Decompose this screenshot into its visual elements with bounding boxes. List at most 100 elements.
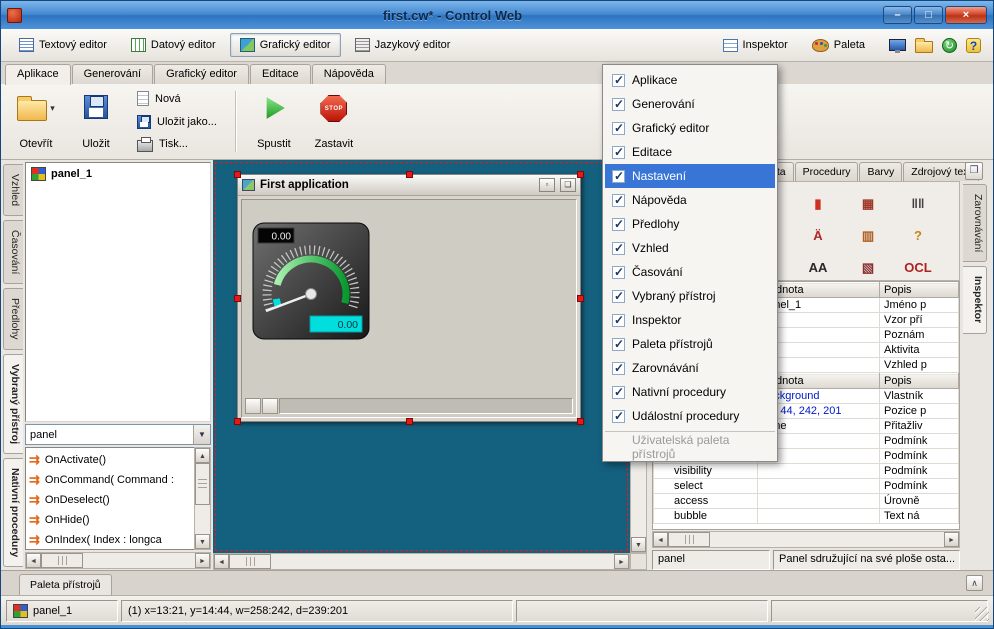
menu-item[interactable]: Paleta přístrojů: [605, 332, 775, 356]
scroll-down-icon[interactable]: [195, 534, 210, 549]
save-button[interactable]: Uložit: [69, 87, 123, 156]
menu-item[interactable]: Aplikace: [605, 68, 775, 92]
menu-item[interactable]: Inspektor: [605, 308, 775, 332]
design-canvas[interactable]: First application ▫ ❏: [213, 160, 647, 570]
scroll-thumb[interactable]: [229, 554, 271, 569]
save-as-button[interactable]: Uložit jako...: [133, 112, 221, 132]
procedure-item[interactable]: OnActivate(): [29, 450, 193, 470]
resize-grip[interactable]: [975, 607, 989, 621]
app-preview-window[interactable]: First application ▫ ❏: [237, 174, 581, 422]
tab-editace[interactable]: Editace: [250, 64, 311, 84]
scroll-left-icon[interactable]: [26, 553, 41, 568]
selection-handle[interactable]: [234, 418, 241, 425]
chevron-down-icon[interactable]: [193, 425, 210, 444]
menu-item[interactable]: Grafický editor: [605, 116, 775, 140]
selection-handle[interactable]: [234, 171, 241, 178]
tab-language-editor[interactable]: Jazykový editor: [345, 33, 461, 57]
menu-item[interactable]: Nápověda: [605, 188, 775, 212]
selection-handle[interactable]: [577, 171, 584, 178]
tab-text-editor[interactable]: Textový editor: [9, 33, 117, 57]
scroll-right-icon[interactable]: [944, 532, 959, 547]
instrument-tree[interactable]: panel_1: [25, 162, 211, 422]
property-row[interactable]: visibility Podmínk: [654, 464, 959, 479]
tab-data-editor[interactable]: Datový editor: [121, 33, 226, 57]
scroll-right-icon[interactable]: [195, 553, 210, 568]
procedure-item[interactable]: OnCommand( Command :: [29, 470, 193, 490]
tab-graficky-editor[interactable]: Grafický editor: [154, 64, 249, 84]
stop-button[interactable]: STOP Zastavit: [307, 87, 361, 156]
tab-casovani[interactable]: Časování: [3, 220, 23, 284]
scroll-right-icon[interactable]: [614, 554, 629, 569]
inspector-scrollbar[interactable]: [652, 531, 960, 548]
selector-input[interactable]: [26, 425, 193, 444]
property-row[interactable]: select Podmínk: [654, 479, 959, 494]
preview-titlebar[interactable]: First application ▫ ❏: [238, 175, 580, 196]
preview-maximize-button[interactable]: ❏: [560, 178, 576, 192]
maximize-button[interactable]: □: [914, 6, 943, 24]
float-panel-icon[interactable]: ❐: [965, 162, 983, 180]
tab-procedury[interactable]: Procedury: [795, 162, 859, 181]
procedures-scrollbar[interactable]: [194, 447, 211, 550]
scroll-left-icon[interactable]: [214, 554, 229, 569]
table-edit-icon[interactable]: ▦: [862, 197, 874, 210]
menu-item[interactable]: Nastavení: [605, 164, 775, 188]
procedure-item[interactable]: OnIndex( Index : longca: [29, 530, 193, 550]
library-folder-icon[interactable]: [915, 41, 933, 53]
tab-graphic-editor[interactable]: Grafický editor: [230, 33, 341, 57]
menu-item[interactable]: Nativní procedury: [605, 380, 775, 404]
scroll-thumb[interactable]: [668, 532, 710, 547]
open-button[interactable]: ▾ Otevřít: [9, 87, 63, 156]
menu-item[interactable]: Časování: [605, 260, 775, 284]
property-row[interactable]: access Úrovně: [654, 494, 959, 509]
close-button[interactable]: ×: [945, 6, 987, 24]
tab-aplikace[interactable]: Aplikace: [5, 64, 71, 85]
help-icon[interactable]: ?: [914, 229, 922, 242]
tab-vzhled[interactable]: Vzhled: [3, 164, 23, 216]
canvas-horizontal-scrollbar[interactable]: [213, 553, 630, 570]
left-panel-scrollbar[interactable]: [25, 552, 211, 569]
chevron-down-icon[interactable]: ▾: [50, 103, 55, 114]
tree-item-panel1[interactable]: panel_1: [29, 166, 207, 182]
selection-handle[interactable]: [577, 295, 584, 302]
tab-nativni-procedury[interactable]: Nativní procedury: [3, 458, 23, 567]
table-query-icon[interactable]: ▥: [862, 229, 874, 242]
tab-inspektor[interactable]: Inspektor: [963, 266, 987, 333]
tab-barvy[interactable]: Barvy: [859, 162, 902, 181]
ocl-icon[interactable]: OCL: [904, 261, 931, 274]
print-button[interactable]: Tisk...: [133, 134, 221, 154]
run-button[interactable]: Spustit: [247, 87, 301, 156]
menu-item[interactable]: Vybraný přístroj: [605, 284, 775, 308]
menu-item[interactable]: Událostní procedury: [605, 404, 775, 428]
tab-vybrany-pristroj[interactable]: Vybraný přístroj: [3, 354, 23, 454]
tab-predlohy[interactable]: Předlohy: [3, 288, 23, 349]
menu-item[interactable]: Předlohy: [605, 212, 775, 236]
scroll-up-icon[interactable]: [195, 448, 210, 463]
font-large-icon[interactable]: AA: [809, 261, 828, 274]
menu-item[interactable]: Editace: [605, 140, 775, 164]
selection-handle[interactable]: [406, 171, 413, 178]
menu-item[interactable]: Zarovnávání: [605, 356, 775, 380]
tab-generovani[interactable]: Generování: [72, 64, 153, 84]
selection-handle[interactable]: [234, 295, 241, 302]
menu-item[interactable]: Uživatelská paleta přístrojů: [605, 431, 775, 458]
tab-zarovnavani[interactable]: Zarovnávání: [963, 184, 987, 262]
minimize-button[interactable]: –: [883, 6, 912, 24]
scroll-button[interactable]: [262, 398, 278, 414]
preview-client-area[interactable]: 0.00 0.00: [241, 199, 577, 418]
screen-icon[interactable]: [889, 39, 906, 51]
palette-toggle-button[interactable]: Paleta: [802, 33, 875, 57]
inspector-toggle-button[interactable]: Inspektor: [713, 33, 798, 57]
procedure-item[interactable]: OnDeselect(): [29, 490, 193, 510]
titlebar[interactable]: first.cw* - Control Web – □ ×: [1, 1, 993, 29]
preview-minimize-button[interactable]: ▫: [539, 178, 555, 192]
help-icon[interactable]: ?: [966, 38, 981, 53]
instrument-selector[interactable]: [25, 424, 211, 445]
refresh-icon[interactable]: ↻: [942, 38, 957, 53]
table-small-icon[interactable]: ▧: [862, 261, 874, 274]
scroll-thumb[interactable]: [41, 553, 83, 568]
tab-paleta-pristroju[interactable]: Paleta přístrojů: [19, 574, 112, 595]
preview-scrollbar[interactable]: [245, 398, 573, 414]
scroll-down-icon[interactable]: [631, 537, 646, 552]
expand-up-icon[interactable]: ∧: [966, 575, 983, 591]
menu-item[interactable]: Vzhled: [605, 236, 775, 260]
